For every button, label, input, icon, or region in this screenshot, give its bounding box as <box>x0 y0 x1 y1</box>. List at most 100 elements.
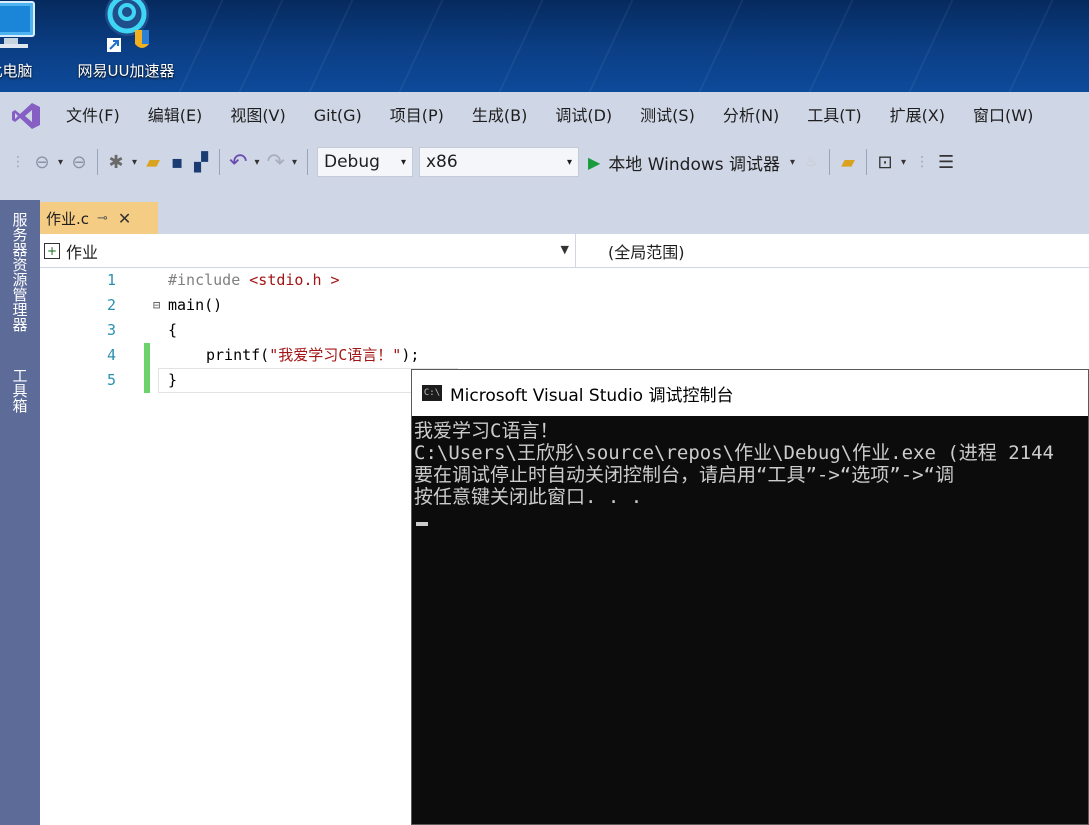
menu-tools[interactable]: 工具(T) <box>793 92 875 140</box>
console-cursor <box>416 522 428 526</box>
hot-reload-icon[interactable]: ♨ <box>802 147 820 177</box>
console-output-line: C:\Users\王欣彤\source\repos\作业\Debug\作业.ex… <box>414 442 1054 464</box>
change-marker <box>144 343 150 368</box>
console-output-line: 我爱学习C语言！ <box>414 420 559 442</box>
line-number: 2 <box>106 296 116 314</box>
chevron-down-icon: ▾ <box>400 156 406 168</box>
solution-configuration-select[interactable]: Debug ▾ <box>317 147 413 177</box>
menu-extensions[interactable]: 扩展(X) <box>876 92 959 140</box>
desktop-icon-this-pc[interactable]: 此电脑 <box>0 0 60 92</box>
menu-edit[interactable]: 编辑(E) <box>134 92 217 140</box>
menu-git[interactable]: Git(G) <box>300 92 376 140</box>
menu-project[interactable]: 项目(P) <box>376 92 458 140</box>
code-text: } <box>168 371 178 389</box>
code-text: #include <stdio.h > <box>168 268 340 293</box>
desktop-icon-uu-booster[interactable]: 网易UU加速器 <box>76 0 176 92</box>
scope-dropdown[interactable]: (全局范围) <box>576 239 685 263</box>
console-title-bar[interactable]: C:\ Microsoft Visual Studio 调试控制台 <box>412 370 1088 416</box>
menu-file[interactable]: 文件(F) <box>52 92 134 140</box>
navigate-back-icon[interactable]: ⊖ <box>33 147 51 177</box>
server-explorer-tab[interactable]: 服务器资源管理器 <box>0 200 40 344</box>
chevron-down-icon[interactable]: ▾ <box>901 157 906 168</box>
pin-icon[interactable]: ⊸ <box>97 211 108 226</box>
console-output[interactable]: 我爱学习C语言！ C:\Users\王欣彤\source\repos\作业\De… <box>412 416 1088 526</box>
toolbar-spacer <box>0 184 1089 200</box>
start-debugging-button[interactable]: ▶ 本地 Windows 调试器 <box>588 150 780 175</box>
menu-analyze[interactable]: 分析(N) <box>709 92 793 140</box>
open-folder-icon[interactable]: ▰ <box>144 147 162 177</box>
chevron-down-icon: ▾ <box>566 156 572 168</box>
chevron-down-icon[interactable]: ▾ <box>790 157 795 168</box>
menu-view[interactable]: 视图(V) <box>216 92 299 140</box>
window-layout-icon[interactable]: ⊡ <box>876 147 894 177</box>
chevron-down-icon[interactable]: ▾ <box>132 157 137 168</box>
chevron-down-icon[interactable]: ▾ <box>292 157 297 168</box>
code-line: 2 ⊟ main() <box>40 293 1089 318</box>
visual-studio-logo-icon[interactable] <box>0 92 52 140</box>
code-line: 3 { <box>40 318 1089 343</box>
menu-test[interactable]: 测试(S) <box>626 92 709 140</box>
line-number: 4 <box>106 346 116 364</box>
save-icon[interactable]: ▪ <box>168 147 186 177</box>
desktop-icon-label: 此电脑 <box>0 62 33 80</box>
find-in-files-icon[interactable]: ▰ <box>839 147 857 177</box>
menu-debug[interactable]: 调试(D) <box>541 92 626 140</box>
code-text: { <box>168 321 178 339</box>
toolbar-grip-icon[interactable]: ⋮ <box>9 147 27 177</box>
undo-icon[interactable]: ↶ <box>229 147 247 177</box>
document-tab-label: 作业.c <box>46 209 90 228</box>
save-all-icon[interactable]: ▞ <box>192 147 210 177</box>
include-path-text: <stdio.h > <box>249 271 340 289</box>
menu-bar: 文件(F) 编辑(E) 视图(V) Git(G) 项目(P) 生成(B) 调试(… <box>0 92 1089 140</box>
line-number: 1 <box>106 271 116 289</box>
debug-console-window[interactable]: C:\ Microsoft Visual Studio 调试控制台 我爱学习C语… <box>411 369 1089 825</box>
solution-configuration-value: Debug <box>324 152 380 172</box>
navigate-forward-icon[interactable]: ⊖ <box>70 147 88 177</box>
toolbar-separator <box>219 149 221 175</box>
code-line: 4 printf("我爱学习C语言！"); <box>40 343 1089 368</box>
toolbar-separator <box>866 149 868 175</box>
document-tab-active[interactable]: 作业.c ⊸ ✕ <box>40 202 158 234</box>
change-marker <box>144 368 150 393</box>
toolbar-separator <box>829 149 831 175</box>
solution-platform-value: x86 <box>426 152 458 172</box>
code-text: main() <box>168 296 223 314</box>
start-debugging-label: 本地 Windows 调试器 <box>608 154 781 175</box>
chevron-down-icon: ▼ <box>560 242 569 256</box>
solution-platform-select[interactable]: x86 ▾ <box>419 147 579 177</box>
line-number: 5 <box>106 371 116 389</box>
redo-icon[interactable]: ↷ <box>267 147 285 177</box>
menu-window[interactable]: 窗口(W) <box>959 92 1047 140</box>
line-number: 3 <box>106 321 116 339</box>
console-output-line: 要在调试停止时自动关闭控制台，请启用“工具”->“选项”->“调 <box>414 464 954 486</box>
toolbar-separator <box>97 149 99 175</box>
format-icon[interactable]: ☰ <box>937 147 955 177</box>
code-line: 1 #include <stdio.h > <box>40 268 1089 293</box>
menu-build[interactable]: 生成(B) <box>458 92 541 140</box>
console-app-icon: C:\ <box>422 385 442 401</box>
document-tab-row: 作业.c ⊸ ✕ <box>40 200 1089 234</box>
console-output-line: 按任意键关闭此窗口. . . <box>414 486 643 508</box>
c-project-icon: + <box>44 242 60 259</box>
new-project-icon[interactable]: ✱ <box>107 147 125 177</box>
console-title: Microsoft Visual Studio 调试控制台 <box>450 385 734 406</box>
statement-end-text: ); <box>401 346 420 364</box>
project-dropdown[interactable]: + 作业 ▼ <box>40 233 576 268</box>
tool-window-sidebar: 服务器资源管理器 工具箱 <box>0 200 40 825</box>
function-call-text: printf( <box>206 346 270 364</box>
desktop-icon-label: 网易UU加速器 <box>77 62 175 80</box>
code-text: printf("我爱学习C语言！"); <box>206 343 419 368</box>
toolbar-separator <box>307 149 308 175</box>
toolbox-tab[interactable]: 工具箱 <box>0 360 40 420</box>
navigation-bar: + 作业 ▼ (全局范围) <box>40 233 1089 268</box>
chevron-down-icon[interactable]: ▾ <box>255 157 260 168</box>
preprocessor-text: #include <box>168 271 250 289</box>
toolbar-grip-icon[interactable]: ⋮ <box>913 147 931 177</box>
computer-icon <box>0 1 35 48</box>
standard-toolbar: ⋮ ⊖ ▾ ⊖ ✱ ▾ ▰ ▪ ▞ ↶ ▾ ↷ ▾ Debug ▾ x86 ▾ … <box>0 140 1089 184</box>
project-dropdown-value: 作业 <box>66 242 99 262</box>
chevron-down-icon[interactable]: ▾ <box>58 157 63 168</box>
uu-booster-icon <box>105 0 149 52</box>
close-icon[interactable]: ✕ <box>118 209 131 228</box>
collapse-icon[interactable]: ⊟ <box>153 293 160 318</box>
